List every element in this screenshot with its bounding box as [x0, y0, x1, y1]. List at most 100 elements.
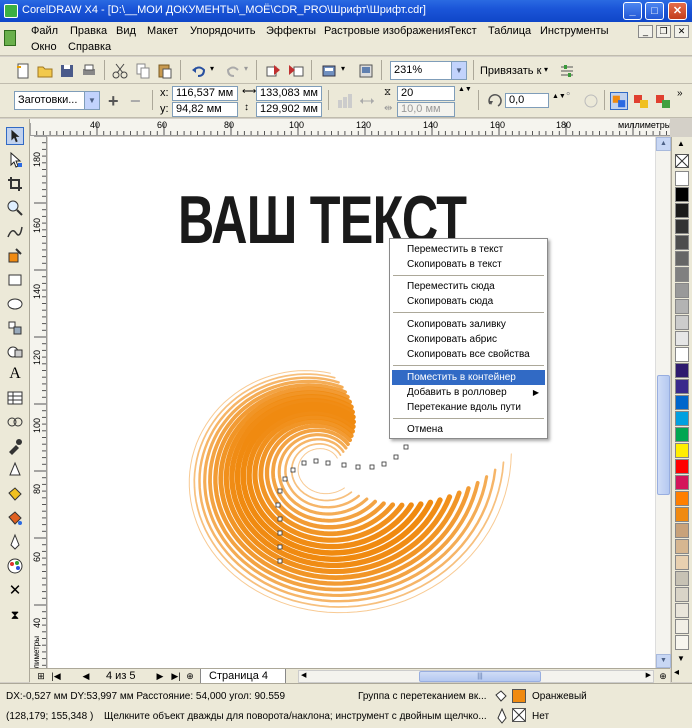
minimize-button[interactable]: _ [623, 2, 642, 20]
undo-dropdown-icon[interactable]: ▾ [210, 64, 214, 73]
menu-effects[interactable]: Эффекты [266, 25, 316, 37]
palette-swatch[interactable] [675, 443, 689, 458]
horizontal-scrollbar[interactable]: ◀ ||| ▶ [298, 670, 654, 683]
ctx-cancel[interactable]: Отмена [392, 422, 545, 437]
welcome-screen-icon[interactable] [357, 62, 375, 80]
ctx-copy-outline[interactable]: Скопировать абрис [392, 332, 545, 347]
print-icon[interactable] [80, 62, 98, 80]
scroll-up-icon[interactable]: ▲ [656, 137, 671, 151]
redo-dropdown-icon[interactable]: ▾ [244, 64, 248, 73]
snap-dropdown-icon[interactable]: ▾ [544, 65, 548, 74]
cut-icon[interactable] [111, 62, 129, 80]
ctx-copy-fill[interactable]: Скопировать заливку [392, 317, 545, 332]
table-tool-icon[interactable] [6, 389, 24, 407]
undo-icon[interactable] [190, 62, 208, 80]
palette-swatch[interactable] [675, 219, 689, 234]
path-node-handle[interactable] [403, 444, 409, 450]
menu-help[interactable]: Справка [68, 41, 111, 53]
options-icon[interactable] [558, 62, 576, 80]
navigator-icon[interactable]: ⊞ [34, 669, 48, 683]
menu-table[interactable]: Таблица [488, 25, 531, 37]
palette-swatch[interactable] [675, 299, 689, 314]
basic-shapes-tool-icon[interactable] [6, 343, 24, 361]
doc-minimize-icon[interactable]: _ [638, 25, 653, 38]
toolbar-overflow-icon[interactable]: » [677, 88, 683, 99]
doc-close-icon[interactable]: ✕ [674, 25, 689, 38]
application-launcher-icon[interactable] [320, 62, 338, 80]
outline-color-swatch[interactable] [512, 708, 526, 722]
fill-color-swatch[interactable] [512, 689, 526, 703]
copy-icon[interactable] [134, 62, 152, 80]
rotation-spinner-icon[interactable]: ▲▼ [552, 93, 566, 100]
palette-flyout-icon[interactable]: ◂ [674, 667, 679, 678]
orange-spiral-blend[interactable] [48, 137, 655, 668]
path-node-handle[interactable] [290, 467, 296, 473]
palette-swatch[interactable] [675, 475, 689, 490]
first-page-icon[interactable]: |◀ [50, 669, 62, 683]
smart-fill-tool-icon[interactable] [6, 247, 24, 265]
rectangle-tool-icon[interactable] [6, 271, 24, 289]
palette-swatch[interactable] [675, 251, 689, 266]
outline-tool-icon[interactable] [6, 461, 24, 479]
ctx-copy-here[interactable]: Скопировать сюда [392, 294, 545, 309]
palette-swatch[interactable] [675, 315, 689, 330]
horizontal-scroll-thumb[interactable]: ||| [419, 671, 541, 682]
palette-swatch[interactable] [675, 635, 689, 650]
ctx-add-to-rollover[interactable]: Добавить в ролловер ▶ [392, 385, 545, 400]
outline-pen-icon[interactable] [6, 533, 24, 551]
direct-blend-icon[interactable] [610, 92, 628, 110]
ctx-move-here[interactable]: Переместить сюда [392, 279, 545, 294]
path-node-handle[interactable] [277, 544, 283, 550]
menu-tools[interactable]: Инструменты [540, 25, 609, 37]
palette-swatch[interactable] [675, 427, 689, 442]
scroll-down-icon[interactable]: ▼ [656, 654, 671, 668]
menu-view[interactable]: Вид [116, 25, 136, 37]
x-position-field[interactable]: 116,537 мм [172, 86, 238, 101]
path-node-handle[interactable] [277, 516, 283, 522]
menu-window[interactable]: Окно [31, 41, 57, 53]
path-node-handle[interactable] [369, 464, 375, 470]
text-tool-icon[interactable]: A [6, 365, 24, 383]
freehand-tool-icon[interactable] [6, 223, 24, 241]
path-node-handle[interactable] [325, 460, 331, 466]
palette-swatch[interactable] [675, 347, 689, 362]
document-icon[interactable] [4, 30, 16, 46]
path-node-handle[interactable] [381, 461, 387, 467]
path-node-handle[interactable] [277, 558, 283, 564]
ctx-blend-along-path[interactable]: Перетекание вдоль пути [392, 400, 545, 415]
save-icon[interactable] [58, 62, 76, 80]
ctx-copy-into-text[interactable]: Скопировать в текст [392, 257, 545, 272]
palette-swatch[interactable] [675, 395, 689, 410]
next-page-icon[interactable]: ▶ [154, 669, 166, 683]
palette-swatch[interactable] [675, 523, 689, 538]
scroll-left-icon[interactable]: ◀ [301, 671, 306, 679]
prev-page-icon[interactable]: ◀ [80, 669, 92, 683]
rotation-field[interactable]: 0,0 [505, 93, 549, 108]
ellipse-tool-icon[interactable] [6, 295, 24, 313]
no-color-swatch[interactable] [675, 154, 689, 168]
maximize-button[interactable]: □ [645, 2, 664, 20]
coreldraw-app-icon[interactable] [4, 4, 18, 18]
menu-file[interactable]: Файл [31, 25, 58, 37]
palette-swatch[interactable] [675, 379, 689, 394]
palette-swatch[interactable] [675, 363, 689, 378]
palette-swatch[interactable] [675, 587, 689, 602]
palette-swatch[interactable] [675, 171, 689, 186]
palette-swatch[interactable] [675, 619, 689, 634]
path-node-handle[interactable] [393, 454, 399, 460]
path-node-handle[interactable] [355, 464, 361, 470]
presets-combo[interactable]: Заготовки... ▼ [14, 91, 100, 110]
hourglass-icon[interactable]: ⧗ [6, 606, 24, 624]
snap-to-menu[interactable]: Привязать к [480, 65, 541, 77]
palette-swatch[interactable] [675, 555, 689, 570]
palette-swatch[interactable] [675, 283, 689, 298]
last-page-icon[interactable]: ▶| [170, 669, 182, 683]
palette-swatch[interactable] [675, 459, 689, 474]
add-preset-icon[interactable]: + [108, 91, 119, 112]
blend-steps-icon[interactable] [358, 92, 376, 110]
drawing-canvas[interactable]: ВАШ ТЕКСТ [48, 137, 655, 668]
palette-swatch[interactable] [675, 187, 689, 202]
palette-swatch[interactable] [675, 571, 689, 586]
blend-direction-icon[interactable] [336, 92, 354, 110]
eyedropper-tool-icon[interactable] [6, 437, 24, 455]
